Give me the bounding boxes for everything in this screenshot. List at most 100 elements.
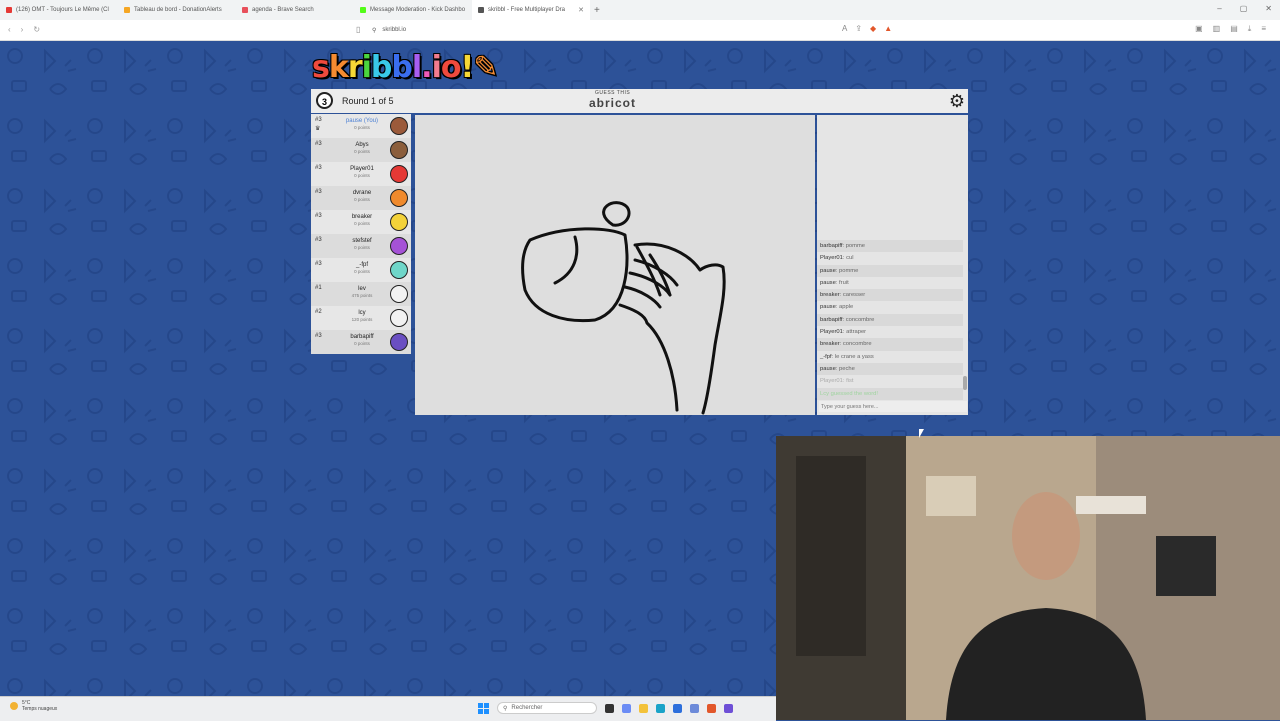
- sidebar-icon[interactable]: ▥: [1213, 24, 1221, 34]
- player-score: 0 points: [354, 245, 370, 250]
- back-icon[interactable]: ‹: [8, 25, 11, 34]
- start-icon[interactable]: [478, 702, 489, 714]
- chat-scrollbar[interactable]: [963, 240, 967, 390]
- player-avatar: [390, 309, 408, 327]
- drawing-stroke: [553, 235, 579, 285]
- player-name: lcy: [358, 310, 366, 316]
- chat-message: _-fpf: le crane a yass: [820, 353, 874, 360]
- obs-icon[interactable]: [724, 703, 733, 713]
- copilot-icon[interactable]: [622, 703, 631, 713]
- browser-tab[interactable]: agenda - Brave Search: [236, 0, 354, 20]
- close-window-icon[interactable]: ✕: [1265, 4, 1272, 13]
- player-score: 475 points: [351, 293, 373, 298]
- chat-message: pause: peche: [817, 362, 963, 376]
- player-name: barbapiff: [350, 334, 374, 340]
- url-text: skribbl.io: [382, 27, 407, 33]
- downloads-icon[interactable]: ⤓: [1248, 24, 1252, 34]
- edge-icon[interactable]: [656, 703, 665, 713]
- browser-tab[interactable]: Tableau de bord - DonationAlerts: [118, 0, 236, 20]
- player-avatar: [390, 261, 408, 279]
- drawing-canvas[interactable]: [415, 115, 815, 415]
- player-row[interactable]: #3 Abys 0 points: [311, 138, 411, 162]
- weather-widget[interactable]: 5°C Temps nuageux: [10, 700, 57, 712]
- new-tab-icon[interactable]: +: [594, 5, 600, 16]
- tab-favicon: [6, 7, 12, 13]
- player-row[interactable]: #2 lcy 120 points: [311, 306, 411, 330]
- player-row[interactable]: #3 ♛ pause (You) 0 points: [311, 114, 411, 138]
- player-name: dvrane: [352, 190, 372, 196]
- chat-message: Player01: cul: [820, 255, 854, 262]
- window-controls: – ▢ ✕: [1217, 4, 1272, 13]
- sun-icon: [10, 702, 18, 710]
- player-score: 0 points: [354, 341, 370, 346]
- tab-favicon: [124, 7, 130, 13]
- chat-guess-input[interactable]: [819, 401, 967, 412]
- browser-tab-active[interactable]: skribbl - Free Multiplayer Dra ✕: [472, 0, 590, 20]
- brave-shields-icon[interactable]: ◆: [870, 24, 876, 33]
- player-name: pause (You): [345, 118, 379, 124]
- round-indicator: Round 1 of 5: [342, 96, 394, 106]
- chat-scroll-thumb[interactable]: [963, 376, 967, 390]
- tab-title: skribbl - Free Multiplayer Dra: [488, 7, 566, 13]
- close-icon[interactable]: ✕: [578, 6, 584, 14]
- chat-message: pause: pomme: [817, 264, 963, 277]
- app-icon[interactable]: [690, 703, 699, 713]
- player-avatar: [390, 285, 408, 303]
- player-rank: #3: [315, 141, 322, 147]
- gear-icon[interactable]: ⚙: [949, 91, 965, 111]
- minimize-icon[interactable]: –: [1217, 4, 1221, 13]
- word-hint: abricot: [589, 96, 637, 110]
- taskbar-icons: ⚲ Rechercher: [478, 702, 733, 714]
- brave-rewards-icon[interactable]: ▲: [884, 24, 892, 33]
- player-name: stefstef: [352, 238, 372, 244]
- player-row[interactable]: #3 stefstef 0 points: [311, 234, 411, 258]
- tab-title: (126) OMT - Toujours Le Même (Cl: [16, 7, 109, 13]
- file-explorer-icon[interactable]: [639, 703, 648, 713]
- tab-title: Message Moderation - Kick Dashbo: [370, 7, 466, 13]
- url-field[interactable]: ⚲ skribbl.io: [372, 24, 832, 36]
- chat-messages: barbapiff: pomme Player01: cul pause: po…: [817, 240, 963, 400]
- tab-title: agenda - Brave Search: [252, 7, 314, 13]
- player-rank: #3: [315, 117, 322, 123]
- skribbl-logo: skribbl.io!✎: [312, 50, 498, 85]
- bookmark-icon[interactable]: ▯: [356, 25, 360, 34]
- player-row[interactable]: #1 lev 475 points: [311, 282, 411, 306]
- player-row[interactable]: #3 barbapiff 0 points: [311, 330, 411, 354]
- search-icon: ⚲: [503, 705, 508, 712]
- player-rank: #2: [315, 309, 322, 315]
- store-icon[interactable]: [673, 703, 682, 713]
- player-row[interactable]: #3 breaker 0 points: [311, 210, 411, 234]
- browser-tab[interactable]: (126) OMT - Toujours Le Même (Cl: [0, 0, 118, 20]
- player-rank: #3: [315, 261, 322, 267]
- translate-icon[interactable]: A: [842, 24, 847, 33]
- tab-title: Tableau de bord - DonationAlerts: [134, 7, 222, 13]
- brave-icon[interactable]: [707, 703, 716, 713]
- site-settings-icon[interactable]: ⚲: [372, 27, 376, 34]
- player-row[interactable]: #3 Player01 0 points: [311, 162, 411, 186]
- forward-icon[interactable]: ›: [21, 25, 24, 34]
- navigation-buttons: ‹ › ↻: [8, 25, 40, 34]
- player-name: _-fpf: [355, 262, 368, 268]
- drawing-stroke: [602, 201, 631, 227]
- reload-icon[interactable]: ↻: [33, 25, 40, 34]
- round-timer-clock-icon: 3: [316, 92, 333, 109]
- chat-message: barbapiff: concombre: [817, 313, 963, 327]
- tab-favicon: [360, 7, 366, 13]
- weather-desc: Temps nuageux: [22, 706, 58, 712]
- player-row[interactable]: #3 dvrane 0 points: [311, 186, 411, 210]
- maximize-icon[interactable]: ▢: [1240, 4, 1248, 13]
- player-avatar: [390, 117, 408, 135]
- menu-icon[interactable]: ≡: [1261, 24, 1266, 34]
- share-icon[interactable]: ⇪: [855, 24, 862, 33]
- extensions-icon[interactable]: ▣: [1195, 24, 1203, 34]
- chat-message: breaker: caresser: [817, 289, 963, 302]
- wallet-icon[interactable]: ▤: [1230, 24, 1238, 34]
- chat-message: barbapiff: pomme: [817, 240, 963, 253]
- player-score: 0 points: [354, 197, 370, 202]
- browser-tab[interactable]: Message Moderation - Kick Dashbo: [354, 0, 472, 20]
- task-view-icon[interactable]: [605, 703, 614, 713]
- player-row[interactable]: #3 _-fpf 0 points: [311, 258, 411, 282]
- taskbar-search[interactable]: ⚲ Rechercher: [497, 702, 597, 714]
- webcam-overlay: [776, 436, 1280, 720]
- chat-panel: barbapiff: pomme Player01: cul pause: po…: [817, 115, 968, 415]
